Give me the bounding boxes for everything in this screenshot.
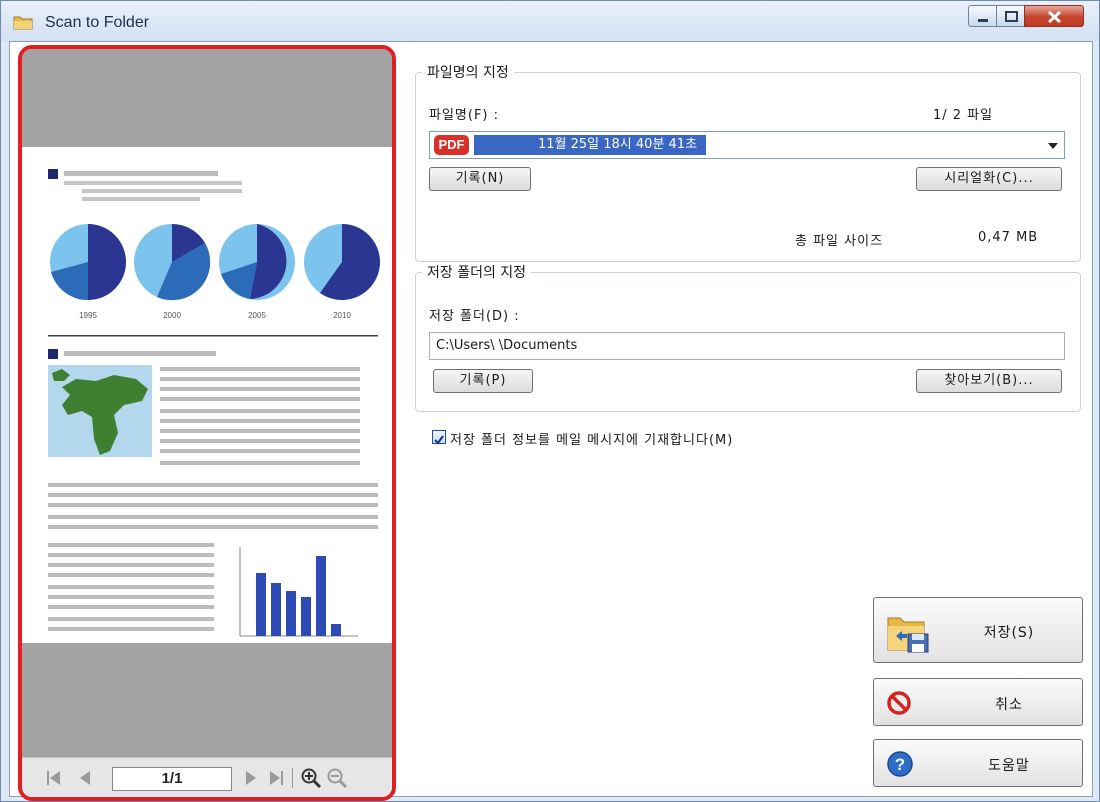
title-bar[interactable]: Scan to Folder xyxy=(1,1,1099,41)
filename-combobox[interactable]: PDF 11월 25일 18시 40분 41초 xyxy=(429,131,1065,159)
zoom-in-icon[interactable] xyxy=(300,767,322,789)
help-button[interactable]: ? 도움말 xyxy=(873,739,1083,787)
browse-button[interactable]: 찾아보기(B)... xyxy=(916,369,1062,393)
preview-background xyxy=(22,49,392,147)
file-count: 1/ 2 파일 xyxy=(933,108,994,123)
filename-history-button[interactable]: 기록(N) xyxy=(429,167,531,191)
total-size-value: 0,47 MB xyxy=(978,230,1039,245)
total-size-label: 총 파일 사이즈 xyxy=(795,234,884,249)
year-label: 2005 xyxy=(248,311,266,320)
window-title: Scan to Folder xyxy=(45,14,150,31)
filename-label: 파일명(F) : xyxy=(429,108,500,123)
world-map-image xyxy=(48,365,152,457)
separator xyxy=(292,768,293,788)
next-page-icon[interactable] xyxy=(244,769,258,787)
pie-chart-2000 xyxy=(134,223,211,301)
maximize-button[interactable] xyxy=(996,5,1025,27)
pie-chart-2005 xyxy=(219,224,295,300)
help-label: 도움말 xyxy=(988,758,1030,774)
checkmark-icon xyxy=(434,435,444,445)
pie-chart-1995 xyxy=(50,224,126,301)
preview-background xyxy=(22,643,392,757)
folder-label: 저장 폴더(D) : xyxy=(429,309,520,324)
prohibited-icon xyxy=(887,691,911,715)
first-page-icon[interactable] xyxy=(46,769,62,787)
help-icon: ? xyxy=(887,751,913,777)
dropdown-arrow-icon[interactable] xyxy=(1048,143,1058,149)
page-indicator[interactable]: 1/1 xyxy=(112,767,232,791)
previous-page-icon[interactable] xyxy=(78,769,92,787)
year-label: 2010 xyxy=(333,311,351,320)
filename-value[interactable]: 11월 25일 18시 40분 41초 xyxy=(474,135,706,155)
close-button[interactable] xyxy=(1024,5,1084,27)
filename-group-legend: 파일명의 지정 xyxy=(427,65,509,81)
folder-history-button[interactable]: 기록(P) xyxy=(433,369,533,393)
folder-icon xyxy=(13,16,33,30)
close-icon xyxy=(1047,10,1062,24)
scanned-page-preview: 1995 2000 2005 2010 xyxy=(22,147,392,643)
cancel-button[interactable]: 취소 xyxy=(873,678,1083,726)
mail-info-label[interactable]: 저장 폴더 정보를 메일 메시지에 기재합니다(M) xyxy=(450,429,733,448)
bar-chart-preview xyxy=(239,547,358,637)
folder-group-legend: 저장 폴더의 지정 xyxy=(427,265,527,281)
page-navigation-bar: 1/1 xyxy=(22,757,392,797)
minimize-icon xyxy=(978,19,988,22)
zoom-out-icon[interactable] xyxy=(326,767,348,789)
year-label: 2000 xyxy=(163,311,181,320)
save-folder-input[interactable]: C:\Users\ \Documents xyxy=(429,332,1065,360)
pdf-icon: PDF xyxy=(434,135,469,155)
scan-to-folder-window: Scan to Folder 1995 2000 2005 2010 1/1 파… xyxy=(0,0,1100,802)
minimize-button[interactable] xyxy=(968,5,997,27)
pie-chart-2010 xyxy=(304,224,380,300)
save-label: 저장(S) xyxy=(983,625,1035,641)
serialize-button[interactable]: 시리얼화(C)... xyxy=(916,167,1062,191)
save-folder-icon xyxy=(887,617,929,653)
last-page-icon[interactable] xyxy=(268,769,284,787)
dialog-body: 1995 2000 2005 2010 1/1 파일명의 지정 파일명(F):… xyxy=(9,41,1093,801)
mail-info-checkbox[interactable] xyxy=(432,430,446,445)
svg-text:?: ? xyxy=(895,755,905,774)
save-button[interactable]: 저장(S) xyxy=(873,597,1083,663)
year-label: 1995 xyxy=(79,311,97,320)
scan-preview-panel: 1995 2000 2005 2010 1/1 xyxy=(18,45,396,801)
cancel-label: 취소 xyxy=(995,697,1023,713)
maximize-icon xyxy=(1005,11,1018,22)
